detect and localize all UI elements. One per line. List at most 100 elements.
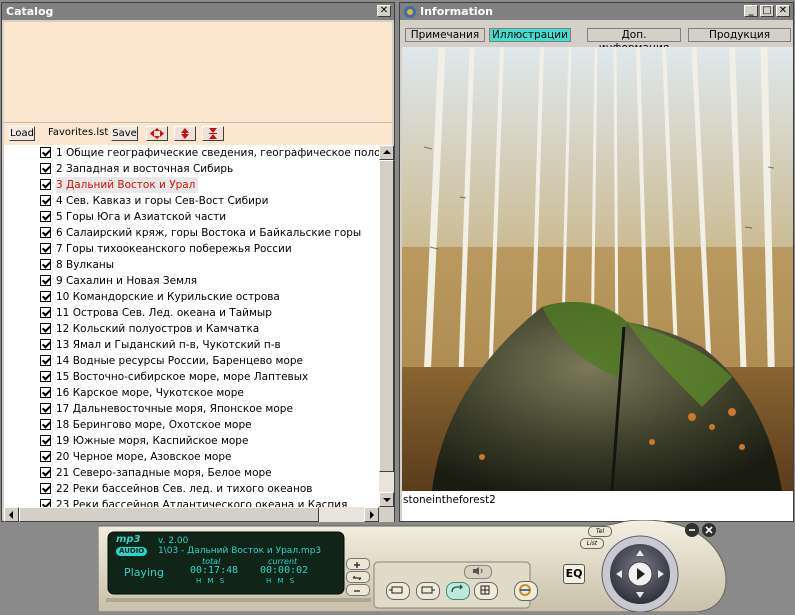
list-item[interactable]: 12 Кольский полуостров и Камчатка [4,321,379,337]
list-item[interactable]: 23 Реки бассейнов Атлантического океана … [4,497,379,507]
catalog-info-area [4,22,392,122]
vertical-scroll-thumb[interactable] [379,160,394,472]
list-item[interactable]: 18 Берингово море, Охотское море [4,417,379,433]
list-item[interactable]: 6 Салаирский кряж, горы Востока и Байкал… [4,225,379,241]
save-button[interactable]: Save [111,126,138,141]
playback-status: Playing [124,566,164,579]
list-item-label: 6 Салаирский кряж, горы Востока и Байкал… [56,227,362,239]
move-up-button[interactable] [174,126,196,141]
list-item[interactable]: 13 Ямал и Гыданский п-в, Чукотский п-в [4,337,379,353]
tab-notes[interactable]: Примечания [405,28,485,42]
playlist-grid-button[interactable] [474,582,498,600]
item-checkbox[interactable] [40,163,51,174]
list-item[interactable]: 2 Западная и восточная Сибирь [4,161,379,177]
next-button[interactable] [416,582,440,600]
player-close-button[interactable] [702,523,716,537]
tel-button[interactable]: Tel [588,526,612,537]
pause-button[interactable] [629,596,651,610]
player-minimize-button[interactable] [685,523,699,537]
list-item[interactable]: 14 Водные ресурсы России, Баренцево море [4,353,379,369]
item-checkbox[interactable] [40,387,51,398]
list-item[interactable]: 22 Реки бассейнов Сев. лед. и тихого оке… [4,481,379,497]
volume-down-button[interactable] [346,584,370,596]
previous-button[interactable] [386,582,410,600]
list-item-label: 5 Горы Юга и Азиатской части [56,211,227,223]
mute-button[interactable] [464,565,492,579]
list-item[interactable]: 16 Карское море, Чукотское море [4,385,379,401]
information-titlebar[interactable]: Information _ □ ✕ [400,3,793,20]
list-item[interactable]: 20 Черное море, Азовское море [4,449,379,465]
list-item-label: 23 Реки бассейнов Атлантического океана … [56,499,348,507]
maximize-button[interactable]: □ [760,5,774,17]
item-checkbox[interactable] [40,403,51,414]
list-item[interactable]: 8 Вулканы [4,257,379,273]
tab-illustrations[interactable]: Иллюстрации [489,28,571,42]
list-item[interactable]: 10 Командорские и Курильские острова [4,289,379,305]
list-item[interactable]: 5 Горы Юга и Азиатской части [4,209,379,225]
item-checkbox[interactable] [40,355,51,366]
item-checkbox[interactable] [40,371,51,382]
item-checkbox[interactable] [40,275,51,286]
catalog-close-button[interactable]: ✕ [377,5,391,17]
tab-extra-info[interactable]: Доп. информация [587,28,681,54]
list-button[interactable]: List [580,538,604,549]
list-item[interactable]: 3 Дальний Восток и Урал [4,177,379,193]
move-down-button[interactable] [202,126,224,141]
scroll-left-button[interactable] [4,507,19,522]
item-checkbox[interactable] [40,259,51,270]
move-button[interactable] [146,126,168,141]
scroll-down-button[interactable] [379,492,394,507]
minimize-button[interactable]: _ [744,5,758,17]
repeat-button[interactable] [446,582,470,600]
track-name: 1\03 - Дальний Восток и Урал.mp3 [158,546,322,556]
item-checkbox[interactable] [40,211,51,222]
stop-button[interactable] [629,536,651,552]
item-checkbox[interactable] [40,291,51,302]
illustration-caption: stoneintheforest2 [402,491,793,521]
list-item[interactable]: 15 Восточно-сибирское море, море Лаптевы… [4,369,379,385]
item-checkbox[interactable] [40,451,51,462]
catalog-toolbar: Load Favorites.lst Save [4,122,392,146]
current-time: 00:00:02 [260,565,309,576]
information-close-button[interactable]: ✕ [776,5,790,17]
vertical-scrollbar[interactable] [379,145,394,507]
item-checkbox[interactable] [40,323,51,334]
item-checkbox[interactable] [40,483,51,494]
list-item[interactable]: 17 Дальневосточные моря, Японское море [4,401,379,417]
item-checkbox[interactable] [40,419,51,430]
favorites-file-label: Favorites.lst [48,127,109,138]
catalog-titlebar[interactable]: Catalog ✕ [2,3,394,20]
item-checkbox[interactable] [40,179,51,190]
item-checkbox[interactable] [40,195,51,206]
tab-products[interactable]: Продукция [688,28,791,42]
load-button[interactable]: Load [9,126,35,141]
topic-list[interactable]: 1 Общие географические сведения, географ… [4,145,379,507]
item-checkbox[interactable] [40,243,51,254]
volume-up-button[interactable] [346,558,370,570]
list-item[interactable]: 1 Общие географические сведения, географ… [4,145,379,161]
item-checkbox[interactable] [40,339,51,350]
list-item[interactable]: 21 Северо-западные моря, Белое море [4,465,379,481]
fast-forward-button[interactable] [660,564,676,584]
list-item-label: 14 Водные ресурсы России, Баренцево море [56,355,303,367]
play-button[interactable] [627,561,653,587]
item-checkbox[interactable] [40,435,51,446]
rewind-button[interactable] [604,564,620,584]
list-item[interactable]: 4 Сев. Кавказ и горы Сев-Вост Сибири [4,193,379,209]
equalizer-button[interactable]: EQ [563,564,585,584]
balance-button[interactable] [346,571,370,583]
browser-button[interactable] [514,581,538,601]
list-item[interactable]: 11 Острова Сев. Лед. океана и Таймыр [4,305,379,321]
item-checkbox[interactable] [40,227,51,238]
scroll-up-button[interactable] [379,145,394,160]
item-checkbox[interactable] [40,147,51,158]
list-item-label: 4 Сев. Кавказ и горы Сев-Вост Сибири [56,195,269,207]
minus-circle-icon [689,529,695,531]
information-title: Information [420,5,493,18]
list-item[interactable]: 19 Южные моря, Каспийское море [4,433,379,449]
item-checkbox[interactable] [40,499,51,507]
item-checkbox[interactable] [40,467,51,478]
list-item[interactable]: 9 Сахалин и Новая Земля [4,273,379,289]
list-item[interactable]: 7 Горы тихоокеанского побережья России [4,241,379,257]
item-checkbox[interactable] [40,307,51,318]
